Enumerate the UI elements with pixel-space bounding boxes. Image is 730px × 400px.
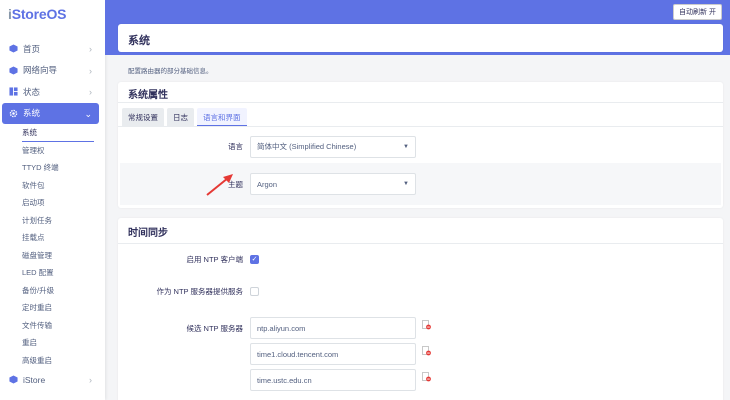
time-sync-card: 时间同步 启用 NTP 客户端 ✓ 作为 NTP 服务器提供服务 候选 NTP … — [118, 218, 723, 400]
submenu-item-admin[interactable]: 管理权 — [22, 142, 105, 160]
gear-icon — [8, 108, 18, 118]
box-icon — [8, 44, 18, 54]
ntp-client-row: 启用 NTP 客户端 ✓ — [118, 245, 723, 273]
chevron-right-icon: › — [89, 44, 92, 54]
delete-icon[interactable] — [422, 320, 431, 330]
ntp-candidate-row: time1.cloud.tencent.com — [118, 341, 723, 367]
ntp-client-checkbox[interactable]: ✓ — [250, 254, 259, 264]
sidebar-item-label: 首页 — [23, 43, 41, 54]
ntp-candidate-row: time.ustc.edu.cn — [118, 367, 723, 393]
sidebar-item-system[interactable]: 系统 ⌄ — [2, 102, 99, 124]
tab-language-ui[interactable]: 语言和界面 — [197, 108, 247, 126]
submenu-item-system[interactable]: 系统 — [22, 124, 105, 142]
ntp-candidate-row: 候选 NTP 服务器 ntp.aliyun.com — [118, 315, 723, 341]
ntp-server-input[interactable]: ntp.aliyun.com — [250, 317, 416, 339]
language-select[interactable]: 简体中文 (Simplified Chinese) ▼ — [250, 135, 416, 158]
dropdown-caret-icon: ▼ — [403, 143, 409, 150]
language-label: 语言 — [228, 142, 243, 151]
submenu-item-disk[interactable]: 磁盘管理 — [22, 247, 105, 265]
submenu-item-ttyd[interactable]: TTYD 终端 — [22, 159, 105, 177]
grid-icon — [8, 87, 18, 97]
annotation-arrow-icon — [206, 174, 233, 196]
sidebar-item-status[interactable]: 状态 › — [0, 81, 105, 103]
ntp-server-checkbox[interactable] — [250, 286, 259, 296]
submenu-item-crontab[interactable]: 计划任务 — [22, 212, 105, 230]
system-properties-heading: 系统属性 — [118, 82, 723, 103]
page-title: 系统 — [118, 24, 723, 52]
time-sync-heading: 时间同步 — [118, 218, 723, 244]
submenu-item-reboot[interactable]: 重启 — [22, 334, 105, 352]
submenu-item-file-transfer[interactable]: 文件传输 — [22, 317, 105, 335]
ntp-server-row: 作为 NTP 服务器提供服务 — [118, 273, 723, 309]
tab-logging[interactable]: 日志 — [167, 108, 194, 126]
submenu-item-backup[interactable]: 备份/升级 — [22, 282, 105, 300]
main-content: 系统 配置路由器的部分基础信息。 系统属性 常规设置 日志 语言和界面 语言 简… — [118, 24, 723, 400]
language-row: 语言 简体中文 (Simplified Chinese) ▼ — [118, 130, 723, 163]
delete-icon[interactable] — [422, 346, 431, 356]
page-description: 配置路由器的部分基础信息。 — [128, 68, 213, 75]
sidebar-item-label: 状态 — [23, 86, 41, 97]
submenu-item-mounts[interactable]: 挂载点 — [22, 229, 105, 247]
box-icon — [8, 375, 18, 385]
sidebar: iStoreOS 首页 › 网络向导 › 状态 › 系统 ⌄ 系统 管理权 TT… — [0, 0, 105, 400]
tab-bar: 常规设置 日志 语言和界面 — [118, 103, 723, 127]
submenu-item-scheduled-reboot[interactable]: 定时重启 — [22, 299, 105, 317]
ntp-server-label: 作为 NTP 服务器提供服务 — [156, 286, 243, 296]
brand-logo[interactable]: iStoreOS — [0, 0, 105, 30]
sidebar-item-istore[interactable]: iStore › — [0, 369, 105, 391]
sidebar-item-home[interactable]: 首页 › — [0, 38, 105, 60]
chevron-right-icon: › — [89, 65, 92, 76]
submenu-item-startup[interactable]: 启动项 — [22, 194, 105, 212]
submenu-item-packages[interactable]: 软件包 — [22, 177, 105, 195]
sidebar-item-label: iStore — [23, 374, 46, 385]
delete-icon[interactable] — [422, 372, 431, 382]
ntp-server-input[interactable]: time1.cloud.tencent.com — [250, 343, 416, 365]
ntp-client-label: 启用 NTP 客户端 — [186, 254, 243, 264]
chevron-down-icon: ⌄ — [84, 108, 92, 119]
chevron-right-icon: › — [89, 375, 92, 385]
ntp-candidates-label: 候选 NTP 服务器 — [186, 323, 243, 333]
system-submenu: 系统 管理权 TTYD 终端 软件包 启动项 计划任务 挂载点 磁盘管理 LED… — [0, 124, 105, 369]
dropdown-caret-icon: ▼ — [403, 181, 409, 187]
auto-refresh-button[interactable]: 自动刷新 开 — [673, 4, 722, 20]
sidebar-item-label: 网络向导 — [23, 65, 58, 76]
box-icon — [8, 65, 18, 75]
submenu-item-led[interactable]: LED 配置 — [22, 264, 105, 282]
sidebar-item-label: 系统 — [23, 108, 41, 119]
sidebar-item-network-wizard[interactable]: 网络向导 › — [0, 60, 105, 82]
ntp-server-input[interactable]: time.ustc.edu.cn — [250, 369, 416, 391]
tab-general[interactable]: 常规设置 — [122, 108, 164, 126]
theme-select[interactable]: Argon ▼ — [250, 173, 416, 195]
chevron-right-icon: › — [89, 87, 92, 97]
submenu-item-advanced-reboot[interactable]: 高级重启 — [22, 352, 105, 370]
